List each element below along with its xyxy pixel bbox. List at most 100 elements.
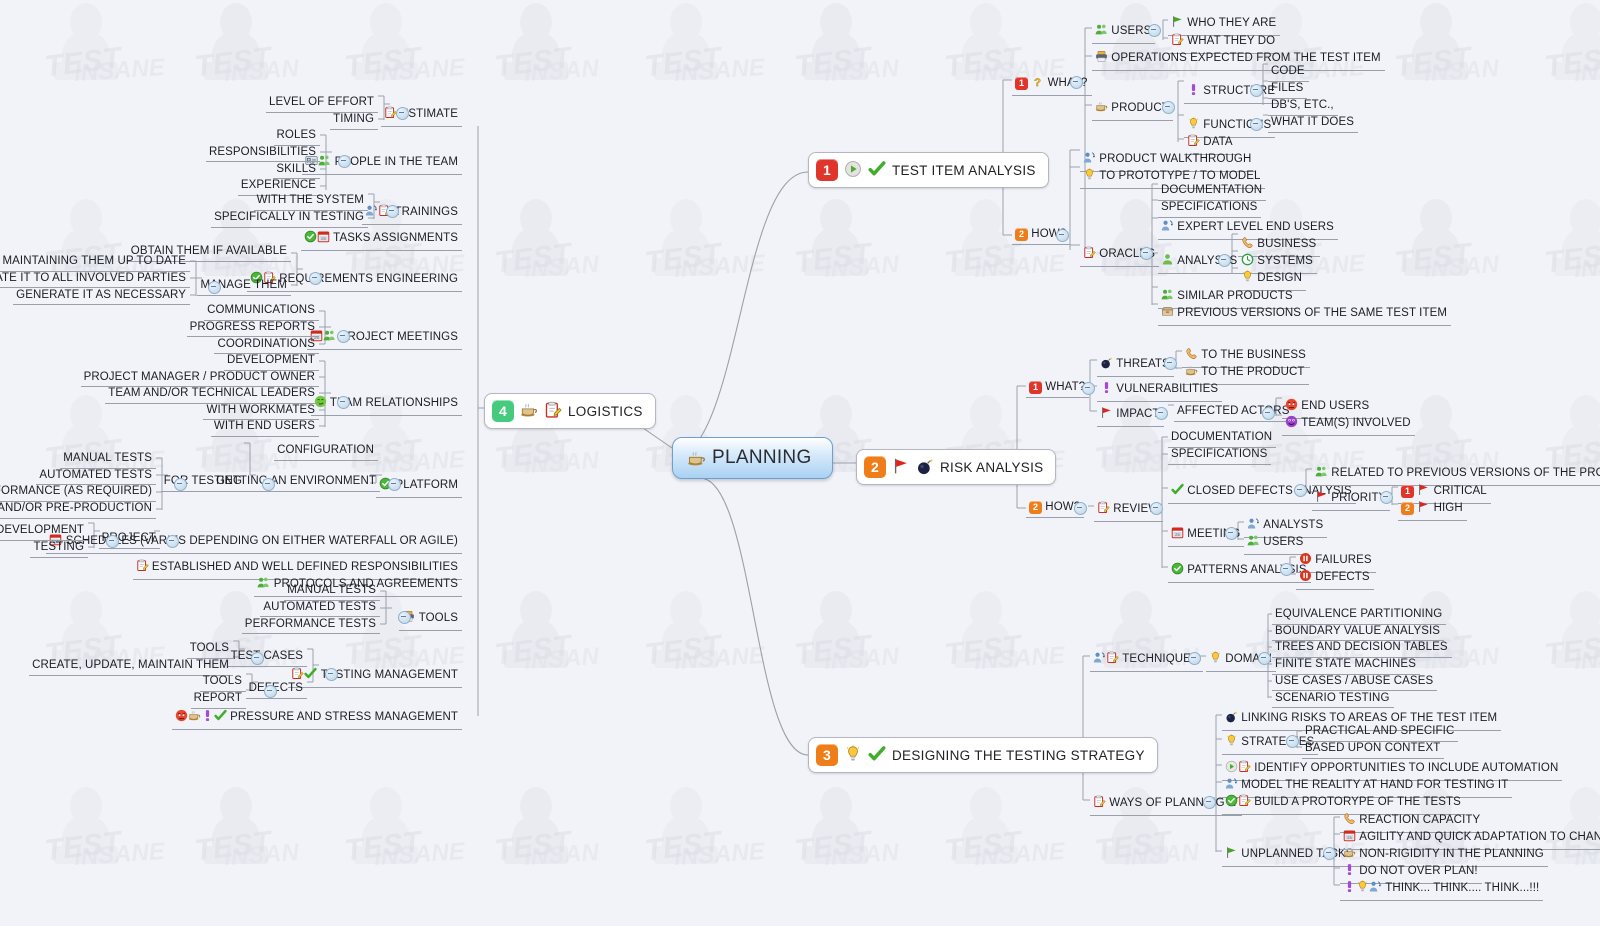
collapse-users[interactable]	[1148, 24, 1161, 37]
node-teams-involved[interactable]: TEAM(S) INVOLVED	[1282, 413, 1415, 436]
collapse-product[interactable]	[1162, 101, 1175, 114]
collapse-manage-them[interactable]	[208, 281, 221, 294]
node-unplanned-tasks[interactable]: UNPLANNED TASKS	[1222, 844, 1358, 867]
collapse-functions[interactable]	[1250, 118, 1263, 131]
node-tasks-assignments[interactable]: 25 TASKS ASSIGNMENTS	[300, 228, 462, 251]
collapse-test-cases[interactable]	[251, 652, 264, 665]
node-development[interactable]: DEVELOPMENT	[0, 523, 88, 541]
node-defects-tools[interactable]: TOOLS	[199, 674, 246, 692]
node-test-cases-tools[interactable]: TOOLS	[186, 641, 233, 659]
collapse-people[interactable]	[338, 155, 351, 168]
collapse-threats[interactable]	[1164, 357, 1177, 370]
node-tools-1[interactable]: AUTOMATED TESTS	[260, 600, 380, 618]
node-level-of-effort[interactable]: LEVEL OF EFFORT	[265, 95, 378, 113]
collapse-project[interactable]	[106, 535, 119, 548]
node-documentation-tia[interactable]: DOCUMENTATION	[1158, 183, 1267, 201]
node-estimate[interactable]: ESTIMATE	[381, 104, 462, 127]
node-meeting-2[interactable]: COORDINATIONS	[214, 337, 319, 355]
node-meeting-0[interactable]: COMMUNICATIONS	[204, 303, 319, 321]
collapse-impact[interactable]	[1155, 407, 1168, 420]
node-timing[interactable]: TIMING	[330, 112, 378, 130]
node-team-relationships[interactable]: TEAM RELATIONSHIPS	[310, 393, 462, 416]
node-project-meetings[interactable]: 25 PROJECT MEETINGS	[307, 327, 462, 350]
branch-risk-analysis[interactable]: 2 RISK ANALYSIS	[856, 449, 1057, 485]
node-high[interactable]: 2 HIGH	[1398, 498, 1467, 521]
collapse-what-ra[interactable]	[1082, 382, 1095, 395]
node-for-testing-2[interactable]: PERFORMANCE (AS REQUIRED)	[0, 484, 156, 502]
collapse-platform[interactable]	[388, 478, 401, 491]
node-pressure-stress[interactable]: PRESSURE AND STRESS MANAGEMENT	[171, 707, 462, 730]
collapse-how-tia[interactable]	[1056, 229, 1069, 242]
node-domain-4[interactable]: USE CASES / ABUSE CASES	[1272, 674, 1438, 692]
node-code[interactable]: CODE	[1268, 64, 1309, 82]
node-domain-3[interactable]: FINITE STATE MACHINES	[1272, 657, 1420, 675]
collapse-meeting[interactable]	[1225, 527, 1238, 540]
node-domain-5[interactable]: SCENARIO TESTING	[1272, 691, 1394, 708]
branch-test-item-analysis[interactable]: 1 TEST ITEM ANALYSIS	[808, 152, 1049, 188]
node-team-rel-3[interactable]: WITH WORKMATES	[203, 403, 319, 420]
collapse-estimate[interactable]	[396, 107, 409, 120]
collapse-for-testing[interactable]	[174, 478, 187, 491]
node-specifications-ra[interactable]: SPECIFICATIONS	[1168, 447, 1272, 465]
node-operations-expected[interactable]: OPERATIONS EXPECTED FROM THE TEST ITEM	[1092, 48, 1385, 71]
node-priority[interactable]: PRIORITY	[1312, 488, 1391, 511]
node-meeting-1[interactable]: PROGRESS REPORTS	[186, 320, 319, 338]
node-manage-1[interactable]: COMMUNICATE IT TO ALL INVOLVED PARTIES	[0, 271, 190, 289]
node-files[interactable]: FILES	[1268, 81, 1308, 99]
collapse-unplanned[interactable]	[1323, 847, 1336, 860]
node-tools-2[interactable]: PERFORMANCE TESTS	[241, 617, 380, 635]
node-techniques[interactable]: TECHNIQUES	[1090, 649, 1203, 672]
node-affected-actors[interactable]: AFFECTED ACTORS	[1174, 404, 1294, 422]
node-testing[interactable]: TESTING	[30, 540, 88, 558]
collapse-tools[interactable]	[398, 611, 411, 624]
collapse-structure[interactable]	[1250, 84, 1263, 97]
collapse-team-relationships[interactable]	[337, 396, 350, 409]
node-manage-2[interactable]: GENERATE IT AS NECESSARY	[13, 288, 190, 306]
node-practical-and-specific[interactable]: PRACTICAL AND SPECIFIC	[1302, 724, 1459, 742]
collapse-how-ra[interactable]	[1074, 502, 1087, 515]
node-for-testing-0[interactable]: MANUAL TESTS	[60, 451, 156, 469]
node-previous-versions[interactable]: PREVIOUS VERSIONS OF THE SAME TEST ITEM	[1158, 303, 1452, 326]
node-team-rel-4[interactable]: WITH END USERS	[210, 419, 319, 437]
node-tools-0[interactable]: MANUAL TESTS	[284, 583, 380, 601]
node-based-upon-context[interactable]: BASED UPON CONTEXT	[1302, 741, 1445, 759]
node-structure[interactable]: STRUCTURE	[1184, 81, 1280, 104]
root-node-planning[interactable]: PLANNING	[672, 437, 833, 479]
collapse-affected-actors[interactable]	[1262, 407, 1275, 420]
node-people-2[interactable]: SKILLS	[273, 162, 320, 180]
node-specifications-tia[interactable]: SPECIFICATIONS	[1158, 200, 1262, 218]
collapse-techniques[interactable]	[1188, 652, 1201, 665]
node-unplanned-4[interactable]: THINK... THINK.... THINK...!!!	[1340, 878, 1544, 901]
collapse-oracles[interactable]	[1140, 247, 1153, 260]
node-documentation-ra[interactable]: DOCUMENTATION	[1168, 430, 1277, 448]
collapse-analysts-tia[interactable]	[1218, 254, 1231, 267]
node-dbs[interactable]: DB'S, ETC.,	[1268, 98, 1338, 116]
node-what-it-does[interactable]: WHAT IT DOES	[1268, 115, 1358, 133]
node-create-update-maintain[interactable]: CREATE, UPDATE, MAINTAIN THEM	[29, 658, 233, 676]
collapse-environment[interactable]	[262, 478, 275, 491]
collapse-strategies[interactable]	[1286, 735, 1299, 748]
node-for-testing-3[interactable]: UAT AND/OR PRE-PRODUCTION	[0, 501, 156, 519]
node-domain-2[interactable]: TREES AND DECISION TABLES	[1272, 640, 1452, 658]
node-trainings[interactable]: TRAININGS	[362, 202, 462, 225]
node-team-rel-0[interactable]: DEVELOPMENT	[223, 353, 319, 371]
node-ways-of-planning[interactable]: WAYS OF PLANNING IT	[1090, 793, 1243, 816]
node-testing-management[interactable]: TESTING MANAGEMENT	[288, 665, 462, 688]
node-team-rel-1[interactable]: PROJECT MANAGER / PRODUCT OWNER	[80, 370, 319, 387]
collapse-testing-management[interactable]	[325, 668, 338, 681]
collapse-trainings[interactable]	[386, 205, 399, 218]
collapse-ways[interactable]	[1203, 796, 1216, 809]
node-people-1[interactable]: RESPONSIBILITIES	[205, 145, 320, 163]
node-domain-0[interactable]: EQUIVALENCE PARTITIONING	[1272, 607, 1447, 625]
collapse-closed-defects[interactable]	[1294, 484, 1307, 497]
node-for-testing-1[interactable]: AUTOMATED TESTS	[36, 468, 156, 486]
collapse-schedules[interactable]	[166, 535, 179, 548]
collapse-patterns[interactable]	[1280, 563, 1293, 576]
branch-designing-the-testing-strategy[interactable]: 3 DESIGNING THE TESTING STRATEGY	[808, 737, 1158, 773]
node-specifically-in-testing[interactable]: SPECIFICALLY IN TESTING	[211, 210, 368, 228]
node-impact[interactable]: IMPACT	[1097, 404, 1164, 427]
node-vulnerabilities[interactable]: VULNERABILITIES	[1097, 379, 1223, 402]
node-team-rel-2[interactable]: TEAM AND/OR TECHNICAL LEADERS	[105, 386, 319, 404]
node-defects-report[interactable]: REPORT	[190, 691, 246, 709]
node-configuration[interactable]: CONFIGURATION	[274, 443, 378, 461]
